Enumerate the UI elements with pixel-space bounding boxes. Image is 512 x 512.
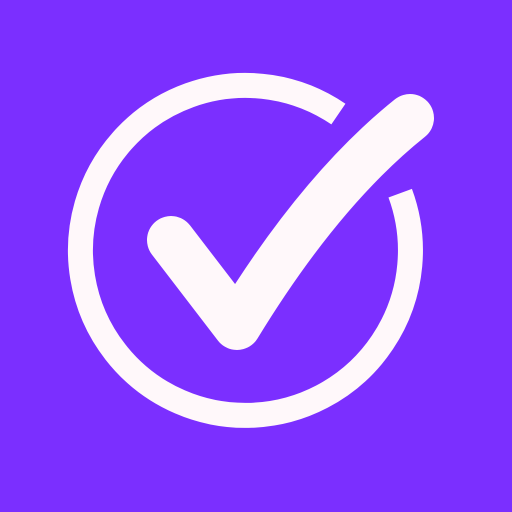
checkmark-in-circle-icon <box>0 0 512 512</box>
app-icon <box>0 0 512 512</box>
